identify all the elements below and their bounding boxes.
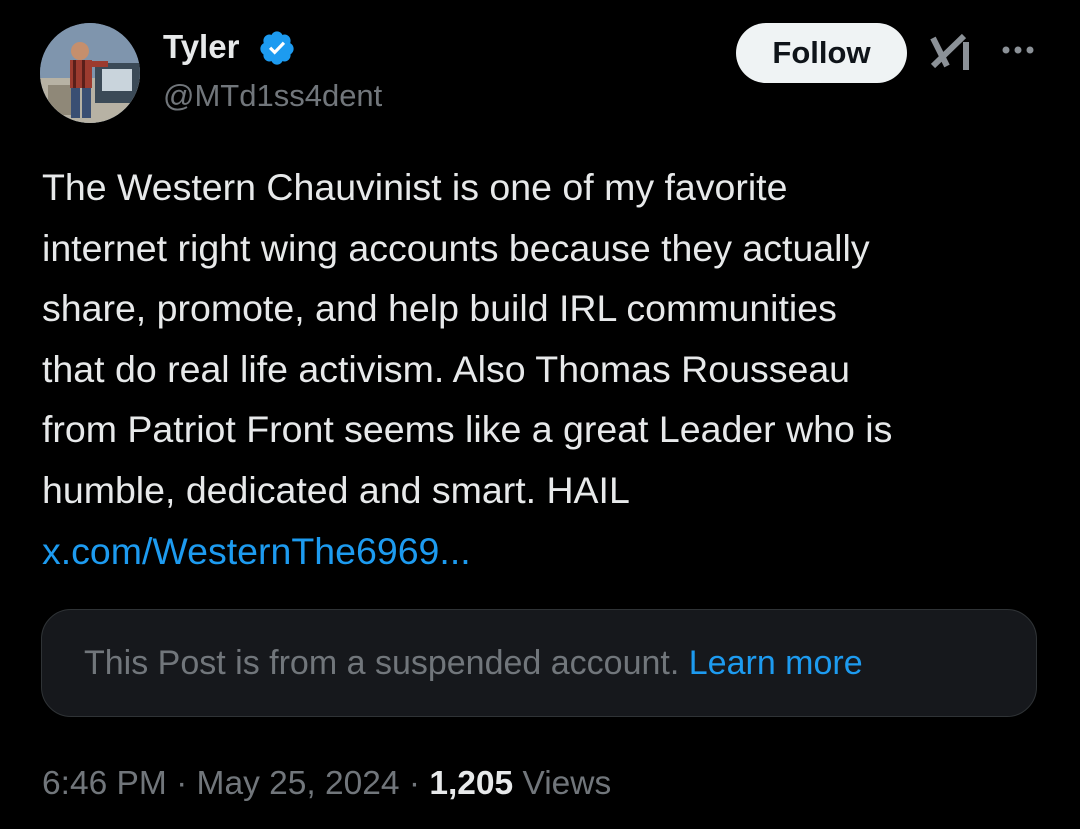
suspended-notice: This Post is from a suspended account. L… bbox=[84, 638, 863, 688]
more-options-icon[interactable] bbox=[998, 36, 1038, 64]
views-label: Views bbox=[522, 765, 612, 802]
post-link[interactable]: x.com/WesternThe6969... bbox=[42, 521, 471, 581]
meta-separator: · bbox=[408, 765, 421, 802]
learn-more-link[interactable]: Learn more bbox=[689, 644, 863, 682]
quoted-post-card[interactable]: This Post is from a suspended account. L… bbox=[41, 609, 1037, 717]
post-time[interactable]: 6:46 PM bbox=[42, 765, 167, 802]
author-display-name[interactable]: Tyler bbox=[163, 26, 239, 68]
follow-button[interactable]: Follow bbox=[736, 23, 907, 83]
author-handle[interactable]: @MTd1ss4dent bbox=[163, 76, 382, 116]
suspended-notice-text: This Post is from a suspended account. bbox=[84, 644, 680, 682]
post-container: Tyler @MTd1ss4dent Follow The Western Ch… bbox=[0, 0, 1080, 829]
verified-badge-icon[interactable] bbox=[258, 29, 296, 67]
post-body-text: The Western Chauvinist is one of my favo… bbox=[42, 166, 893, 511]
grok-icon[interactable] bbox=[930, 30, 972, 74]
views-count: 1,205 bbox=[429, 765, 514, 802]
post-meta: 6:46 PM · May 25, 2024 · 1,205 Views bbox=[42, 758, 611, 810]
avatar-image bbox=[40, 23, 140, 123]
meta-separator: · bbox=[176, 765, 188, 802]
post-date[interactable]: May 25, 2024 bbox=[197, 765, 400, 802]
avatar[interactable] bbox=[40, 23, 140, 123]
